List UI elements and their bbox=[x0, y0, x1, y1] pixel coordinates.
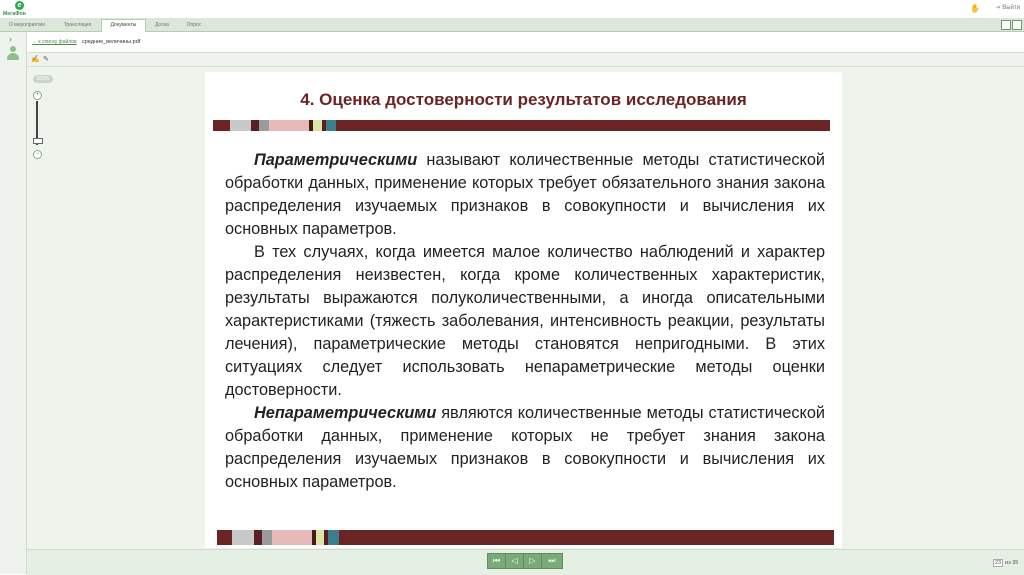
current-page-input[interactable]: 23 bbox=[993, 559, 1004, 567]
page-navigation: ⏮ ◁ ▷ ⏭ bbox=[487, 553, 563, 569]
chevron-right-icon[interactable]: › bbox=[9, 34, 12, 44]
file-name: средние_величины.pdf bbox=[82, 39, 141, 45]
tab-documents[interactable]: Документы bbox=[101, 19, 146, 32]
user-icon[interactable] bbox=[7, 46, 19, 62]
page-counter: 23 из 35 bbox=[993, 559, 1018, 567]
tab-poll[interactable]: Опрос bbox=[180, 20, 208, 31]
term-parametric: Параметрическими bbox=[254, 151, 418, 169]
paragraph-cases: В тех случаях, когда имеется малое колич… bbox=[225, 243, 825, 399]
raise-hand-icon[interactable]: ✋ bbox=[970, 4, 980, 13]
next-page-button[interactable]: ▷ bbox=[524, 554, 542, 568]
back-link-label: к списку файлов bbox=[38, 39, 77, 45]
top-bar: e МегаФон ✋ ⇥ Выйти bbox=[0, 0, 1024, 18]
brand-logo: e МегаФон bbox=[3, 1, 39, 18]
zoom-level: 100% bbox=[33, 75, 53, 83]
annotate-icon[interactable]: ✍ bbox=[31, 55, 40, 63]
tab-about[interactable]: О мероприятии bbox=[2, 20, 52, 31]
term-nonparametric: Непараметрическими bbox=[254, 404, 437, 422]
last-page-button[interactable]: ⏭ bbox=[542, 554, 562, 568]
zoom-slider-thumb[interactable] bbox=[33, 138, 43, 144]
zoom-in-button[interactable]: + bbox=[33, 91, 42, 100]
exit-button[interactable]: ⇥ Выйти bbox=[995, 4, 1020, 11]
zoom-out-button[interactable]: − bbox=[33, 150, 42, 159]
prev-page-button[interactable]: ◁ bbox=[506, 554, 524, 568]
back-to-files-link[interactable]: ← к списку файлов bbox=[32, 39, 77, 45]
split-view-button[interactable] bbox=[1001, 20, 1011, 30]
paragraph-parametric: Параметрическими называют количественные… bbox=[225, 149, 825, 241]
document-toolbar: ✍ ✎ bbox=[27, 53, 1024, 67]
logo-mark: e bbox=[15, 1, 24, 10]
decorative-stripe-bottom bbox=[217, 530, 834, 545]
slide-text: Параметрическими называют количественные… bbox=[225, 149, 825, 494]
tab-board[interactable]: Доска bbox=[148, 20, 176, 31]
exit-icon: ⇥ bbox=[995, 5, 1001, 11]
logo-text: МегаФон bbox=[3, 11, 26, 17]
participants-sidebar: › bbox=[0, 32, 27, 574]
slide-title: 4. Оценка достоверности результатов иссл… bbox=[300, 90, 747, 109]
decorative-stripe-top bbox=[213, 120, 830, 131]
pencil-icon[interactable]: ✎ bbox=[43, 55, 49, 63]
total-pages: из 35 bbox=[1005, 560, 1019, 566]
exit-label: Выйти bbox=[1002, 5, 1020, 11]
tab-bar: О мероприятии Трансляция Документы Доска… bbox=[0, 18, 1024, 32]
slide-page: 4. Оценка достоверности результатов иссл… bbox=[205, 72, 842, 548]
first-page-button[interactable]: ⏮ bbox=[488, 554, 506, 568]
paragraph-nonparametric: Непараметрическими являются количественн… bbox=[225, 402, 825, 494]
tab-broadcast[interactable]: Трансляция bbox=[55, 20, 100, 31]
fullscreen-button[interactable] bbox=[1012, 20, 1022, 30]
breadcrumb: ← к списку файлов средние_величины.pdf bbox=[27, 32, 1024, 53]
